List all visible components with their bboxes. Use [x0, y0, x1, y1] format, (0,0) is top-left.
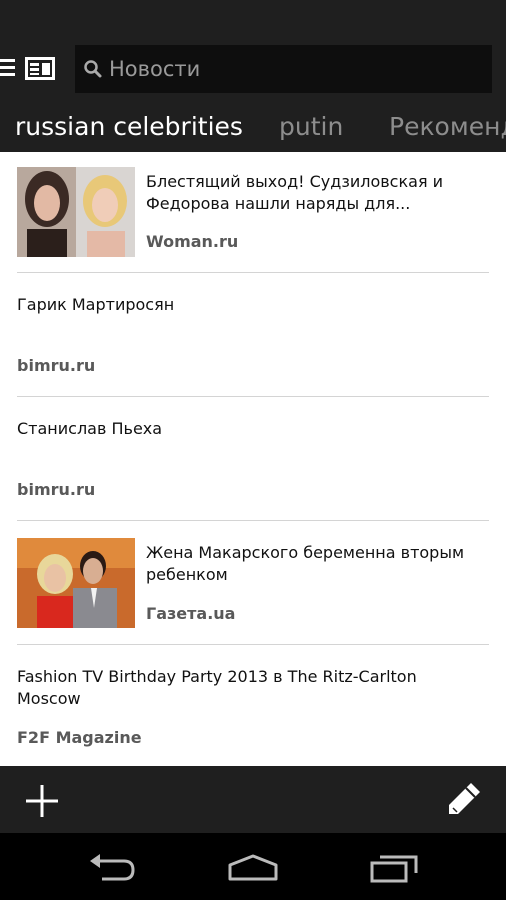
- article-title-line: Жена Макарского беременна вторым: [146, 543, 465, 562]
- article-title: Жена Макарского беременна вторым ребенко…: [146, 542, 464, 586]
- article-source: bimru.ru: [17, 356, 96, 375]
- list-item[interactable]: Станислав Пьеха bimru.ru: [0, 397, 506, 520]
- pencil-icon[interactable]: [445, 780, 483, 818]
- list-item[interactable]: Гарик Мартиросян bimru.ru: [0, 273, 506, 396]
- list-item[interactable]: Fashion TV Birthday Party 2013 в The Rit…: [0, 645, 506, 766]
- system-nav-bar: [0, 833, 506, 900]
- article-source: Woman.ru: [146, 232, 239, 251]
- search-input[interactable]: Новости: [75, 45, 492, 93]
- article-title-line: ребенком: [146, 565, 228, 584]
- article-title-line: Fashion TV Birthday Party 2013 в The Rit…: [17, 667, 417, 686]
- menu-icon[interactable]: [0, 57, 16, 79]
- tab-putin[interactable]: putin: [279, 108, 343, 146]
- home-icon[interactable]: [227, 853, 279, 881]
- recents-icon[interactable]: [370, 853, 420, 883]
- article-title-line: Федорова нашли наряды для...: [146, 194, 411, 213]
- back-arrow-icon[interactable]: [88, 852, 136, 882]
- article-thumbnail: [17, 167, 135, 257]
- article-source: F2F Magazine: [17, 728, 142, 747]
- tab-russian-celebrities[interactable]: russian celebrities: [15, 108, 243, 146]
- article-title: Fashion TV Birthday Party 2013 в The Rit…: [17, 666, 417, 710]
- list-item[interactable]: Блестящий выход! Судзиловская и Федорова…: [0, 152, 506, 272]
- plus-icon[interactable]: [24, 783, 60, 819]
- article-title: Станислав Пьеха: [17, 419, 163, 438]
- article-title: Гарик Мартиросян: [17, 295, 175, 314]
- news-list: Блестящий выход! Судзиловская и Федорова…: [0, 152, 506, 766]
- list-item[interactable]: Жена Макарского беременна вторым ребенко…: [0, 521, 506, 644]
- article-title-line: Блестящий выход! Судзиловская и: [146, 172, 444, 191]
- bottom-app-bar: [0, 766, 506, 833]
- search-placeholder: Новости: [109, 57, 201, 81]
- tab-recommended[interactable]: Рекоменд: [389, 108, 506, 146]
- search-icon: [83, 59, 103, 79]
- article-source: Газета.ua: [146, 604, 236, 623]
- topic-tabs: russian celebrities putin Рекоменд: [0, 108, 506, 148]
- newspaper-icon[interactable]: [25, 57, 55, 80]
- article-source: bimru.ru: [17, 480, 96, 499]
- article-title-line: Moscow: [17, 689, 81, 708]
- article-title: Блестящий выход! Судзиловская и Федорова…: [146, 171, 443, 215]
- article-thumbnail: [17, 538, 135, 628]
- status-bar: [0, 0, 506, 26]
